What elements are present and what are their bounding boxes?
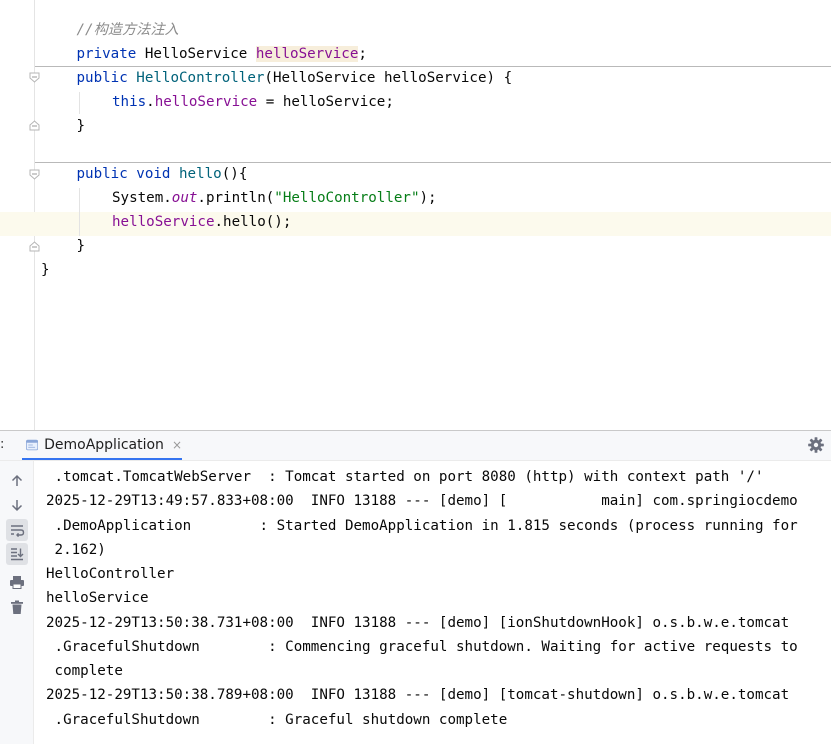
soft-wrap-icon[interactable] (6, 519, 28, 541)
code-token: } (76, 118, 86, 134)
code-token: hello (179, 166, 222, 182)
console-line: .GracefulShutdown : Commencing graceful … (46, 638, 798, 655)
code-token: //构造方法注入 (76, 22, 179, 38)
code-line[interactable]: } (77, 234, 86, 258)
arrow-up-icon[interactable] (6, 470, 28, 492)
code-token: public (76, 166, 128, 182)
run-header: : DemoApplication × (0, 431, 831, 461)
code-token: . (146, 94, 155, 110)
code-token: public (76, 70, 128, 86)
code-token: System. (112, 190, 172, 206)
code-token: = helloService; (257, 94, 394, 110)
code-token: "HelloController" (274, 190, 420, 206)
code-line[interactable]: helloService.hello(); (112, 210, 291, 234)
code-token: ; (358, 46, 367, 62)
console-line: 2.162) (46, 541, 106, 558)
code-token: ); (419, 190, 437, 206)
code-token: helloService (154, 94, 258, 110)
code-token: HelloService (136, 46, 256, 62)
fold-collapse-icon[interactable] (29, 169, 40, 180)
console-line: .GracefulShutdown : Graceful shutdown co… (46, 711, 508, 728)
tab-demo-application[interactable]: DemoApplication × (22, 431, 182, 460)
gear-icon[interactable] (807, 436, 825, 454)
console-line: .DemoApplication : Started DemoApplicati… (46, 517, 798, 534)
code-token: helloService (255, 46, 359, 62)
code-token: .hello(); (214, 214, 292, 230)
console-line: .tomcat.TomcatWebServer : Tomcat started… (46, 469, 764, 485)
code-token: (HelloService helloService) { (264, 70, 513, 86)
code-token: } (76, 238, 86, 254)
code-line[interactable]: } (77, 114, 86, 138)
code-token: HelloController (136, 70, 265, 86)
code-token: void (136, 166, 171, 182)
console-line: 2025-12-29T13:49:57.833+08:00 INFO 13188… (46, 493, 798, 510)
trash-icon[interactable] (6, 596, 28, 618)
fold-end-icon[interactable] (29, 120, 40, 131)
console-output[interactable]: .tomcat.TomcatWebServer : Tomcat started… (34, 461, 831, 743)
close-tab-icon[interactable]: × (172, 439, 182, 451)
code-token: this (112, 94, 147, 110)
panel-title-fragment: : (0, 437, 5, 452)
code-editor[interactable]: //构造方法注入 private HelloService helloServic… (0, 0, 831, 430)
code-token: } (41, 262, 50, 278)
code-line[interactable]: public HelloController(HelloService hell… (77, 66, 513, 90)
code-line[interactable]: //构造方法注入 (77, 18, 179, 42)
code-token: private (76, 46, 137, 62)
code-line[interactable]: public void hello(){ (77, 162, 248, 186)
scroll-to-end-icon[interactable] (6, 543, 28, 565)
code-line[interactable]: this.helloService = helloService; (112, 90, 394, 114)
fold-end-icon[interactable] (29, 241, 40, 252)
run-config-icon (26, 439, 39, 450)
console-line: complete (46, 663, 123, 679)
arrow-down-icon[interactable] (6, 494, 28, 516)
code-token: (){ (221, 166, 248, 182)
console-line: 2025-12-29T13:50:38.789+08:00 INFO 13188… (46, 687, 790, 704)
console-line: HelloController (46, 566, 175, 582)
code-token: .println( (197, 190, 275, 206)
console-line: helloService (46, 590, 149, 607)
tab-label: DemoApplication (44, 436, 164, 453)
code-line[interactable]: System.out.println("HelloController"); (112, 186, 437, 210)
code-line[interactable]: } (41, 258, 50, 282)
code-token: out (171, 190, 198, 206)
print-icon[interactable] (6, 571, 28, 593)
console-line: 2025-12-29T13:50:38.731+08:00 INFO 13188… (46, 614, 790, 631)
run-tool-window: : DemoApplication × .tomcat.TomcatWebSer… (0, 430, 831, 744)
code-line[interactable]: private HelloService helloService; (77, 42, 367, 66)
indent-guide (79, 188, 80, 236)
code-token: helloService (112, 214, 215, 230)
run-toolbar (0, 461, 34, 744)
fold-collapse-icon[interactable] (29, 72, 40, 83)
indent-guide (79, 92, 80, 114)
